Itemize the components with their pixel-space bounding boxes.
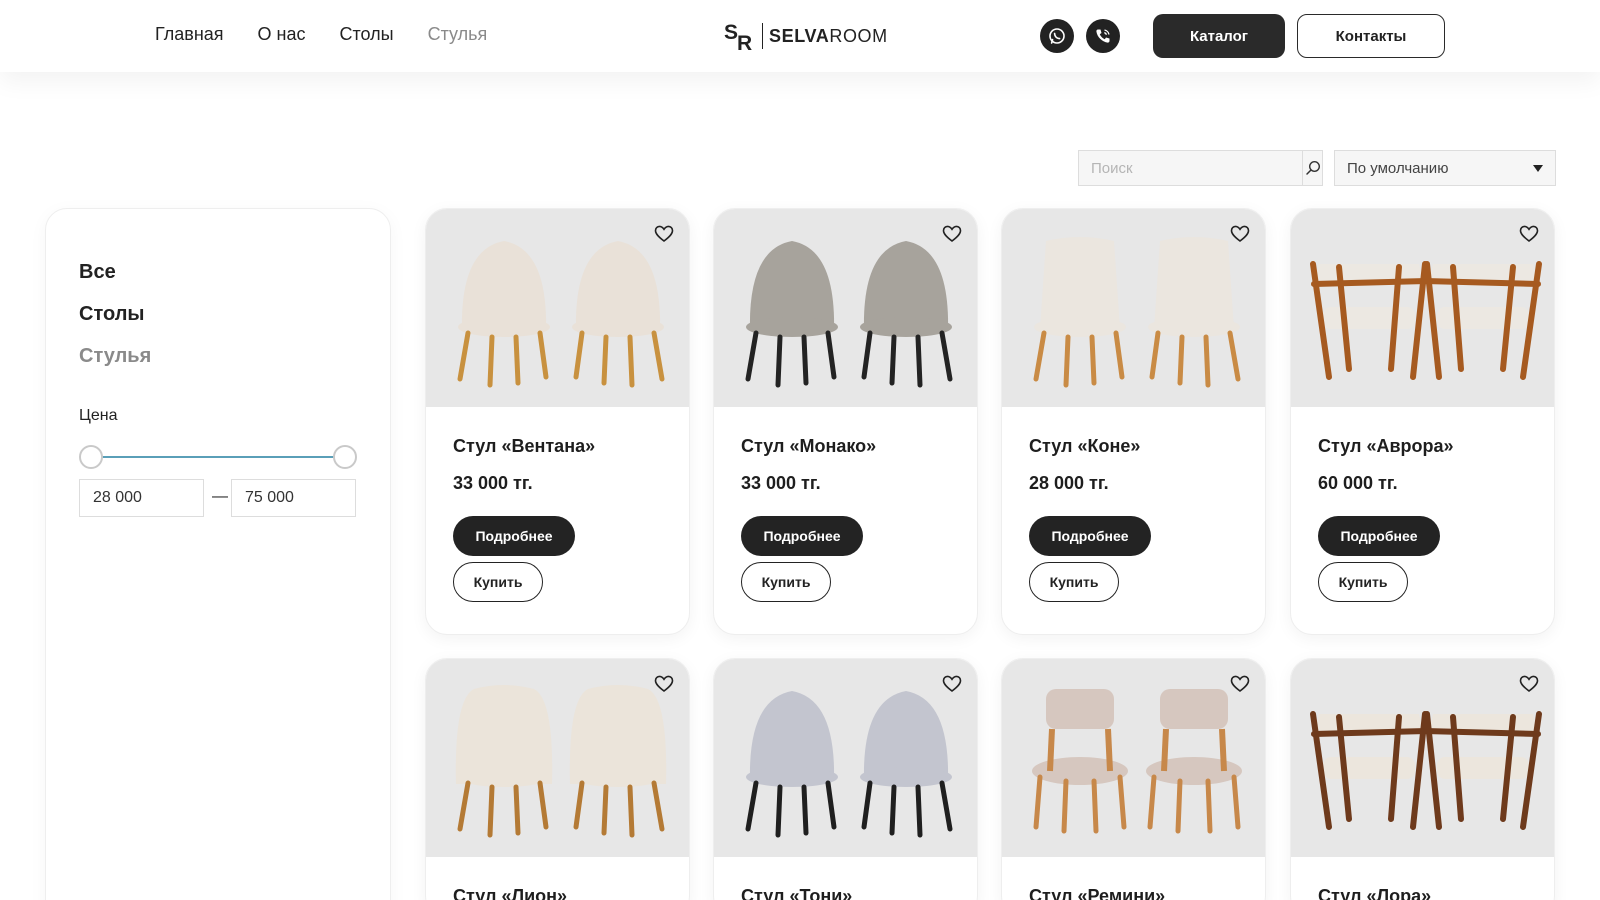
price-max-input[interactable]: 75 000	[231, 479, 356, 517]
logo-divider	[762, 23, 763, 49]
product-card[interactable]: Стул «Вентана» 33 000 тг. Подробнее Купить	[425, 208, 690, 635]
buy-button[interactable]: Купить	[453, 562, 543, 602]
product-image[interactable]	[1002, 209, 1265, 407]
nav-tables[interactable]: Столы	[339, 24, 393, 45]
chair-image	[1310, 261, 1542, 380]
logo-text: SELVAROOM	[769, 25, 888, 46]
product-image[interactable]	[1291, 659, 1554, 857]
favorite-heart-icon[interactable]	[653, 673, 675, 695]
whatsapp-icon	[1049, 28, 1065, 44]
logo[interactable]: S R SELVAROOM	[724, 20, 888, 52]
buy-button[interactable]: Купить	[1318, 562, 1408, 602]
details-button[interactable]: Подробнее	[453, 516, 575, 556]
price-slider-max-handle[interactable]	[333, 445, 357, 469]
product-price: 33 000 тг.	[741, 473, 821, 493]
chair-image	[455, 685, 667, 838]
chair-image	[1033, 237, 1241, 388]
product-title[interactable]: Стул «Ремини»	[1029, 886, 1165, 900]
main-nav: Главная О нас Столы Стулья	[155, 24, 487, 45]
favorite-heart-icon[interactable]	[1229, 673, 1251, 695]
product-price: 33 000 тг.	[453, 473, 533, 493]
site-header: Главная О нас Столы Стулья S R SELVAROOM…	[0, 0, 1600, 72]
price-filter-label: Цена	[79, 407, 118, 424]
sort-select[interactable]: По умолчанию	[1334, 150, 1556, 186]
whatsapp-button[interactable]	[1040, 19, 1074, 53]
category-all[interactable]: Все	[79, 261, 116, 284]
product-title[interactable]: Стул «Лора»	[1318, 886, 1431, 900]
product-card[interactable]: Стул «Тони»	[713, 658, 978, 900]
details-button[interactable]: Подробнее	[1318, 516, 1440, 556]
price-range-dash: —	[212, 488, 228, 505]
chevron-down-icon	[1533, 164, 1543, 172]
product-title[interactable]: Стул «Монако»	[741, 436, 876, 457]
details-button[interactable]: Подробнее	[1029, 516, 1151, 556]
filter-sidebar: Все Столы Стулья Цена 28 000 — 75 000	[45, 208, 391, 900]
product-card[interactable]: Стул «Аврора» 60 000 тг. Подробнее Купить	[1290, 208, 1555, 635]
product-image[interactable]	[426, 659, 689, 857]
chair-image	[1032, 689, 1242, 834]
nav-about[interactable]: О нас	[258, 24, 306, 45]
product-image[interactable]	[714, 209, 977, 407]
product-price: 28 000 тг.	[1029, 473, 1109, 493]
chair-image	[745, 691, 953, 838]
product-title[interactable]: Стул «Аврора»	[1318, 436, 1454, 457]
search-button[interactable]	[1302, 151, 1322, 185]
svg-text:R: R	[737, 32, 752, 52]
product-title[interactable]: Стул «Вентана»	[453, 436, 595, 457]
product-image[interactable]	[1291, 209, 1554, 407]
search-input[interactable]	[1079, 151, 1302, 185]
favorite-heart-icon[interactable]	[1518, 223, 1540, 245]
chair-image	[1310, 711, 1542, 830]
product-card[interactable]: Стул «Коне» 28 000 тг. Подробнее Купить	[1001, 208, 1266, 635]
product-title[interactable]: Стул «Коне»	[1029, 436, 1140, 457]
product-price: 60 000 тг.	[1318, 473, 1398, 493]
favorite-heart-icon[interactable]	[941, 223, 963, 245]
catalog-button[interactable]: Каталог	[1153, 14, 1285, 58]
category-chairs[interactable]: Стулья	[79, 345, 151, 368]
price-slider-min-handle[interactable]	[79, 445, 103, 469]
contacts-button[interactable]: Контакты	[1297, 14, 1445, 58]
buy-button[interactable]: Купить	[1029, 562, 1119, 602]
product-title[interactable]: Стул «Тони»	[741, 886, 852, 900]
svg-text:S: S	[724, 21, 738, 44]
search-box	[1078, 150, 1323, 186]
sort-selected-value: По умолчанию	[1347, 159, 1449, 177]
product-image[interactable]	[1002, 659, 1265, 857]
product-title[interactable]: Стул «Лион»	[453, 886, 567, 900]
nav-chairs[interactable]: Стулья	[428, 24, 488, 45]
favorite-heart-icon[interactable]	[941, 673, 963, 695]
favorite-heart-icon[interactable]	[653, 223, 675, 245]
phone-icon	[1096, 29, 1110, 43]
details-button[interactable]: Подробнее	[741, 516, 863, 556]
chair-image	[745, 241, 953, 388]
phone-button[interactable]	[1086, 19, 1120, 53]
product-card[interactable]: Стул «Лора»	[1290, 658, 1555, 900]
product-image[interactable]	[714, 659, 977, 857]
nav-home[interactable]: Главная	[155, 24, 224, 45]
category-tables[interactable]: Столы	[79, 303, 144, 326]
product-card[interactable]: Стул «Лион»	[425, 658, 690, 900]
favorite-heart-icon[interactable]	[1518, 673, 1540, 695]
logo-mark-icon: S R	[724, 21, 752, 52]
product-card[interactable]: Стул «Ремини»	[1001, 658, 1266, 900]
chair-image	[457, 241, 665, 388]
product-card[interactable]: Стул «Монако» 33 000 тг. Подробнее Купить	[713, 208, 978, 635]
price-min-input[interactable]: 28 000	[79, 479, 204, 517]
price-slider-track[interactable]	[90, 456, 342, 458]
search-icon	[1305, 160, 1320, 175]
favorite-heart-icon[interactable]	[1229, 223, 1251, 245]
product-image[interactable]	[426, 209, 689, 407]
buy-button[interactable]: Купить	[741, 562, 831, 602]
